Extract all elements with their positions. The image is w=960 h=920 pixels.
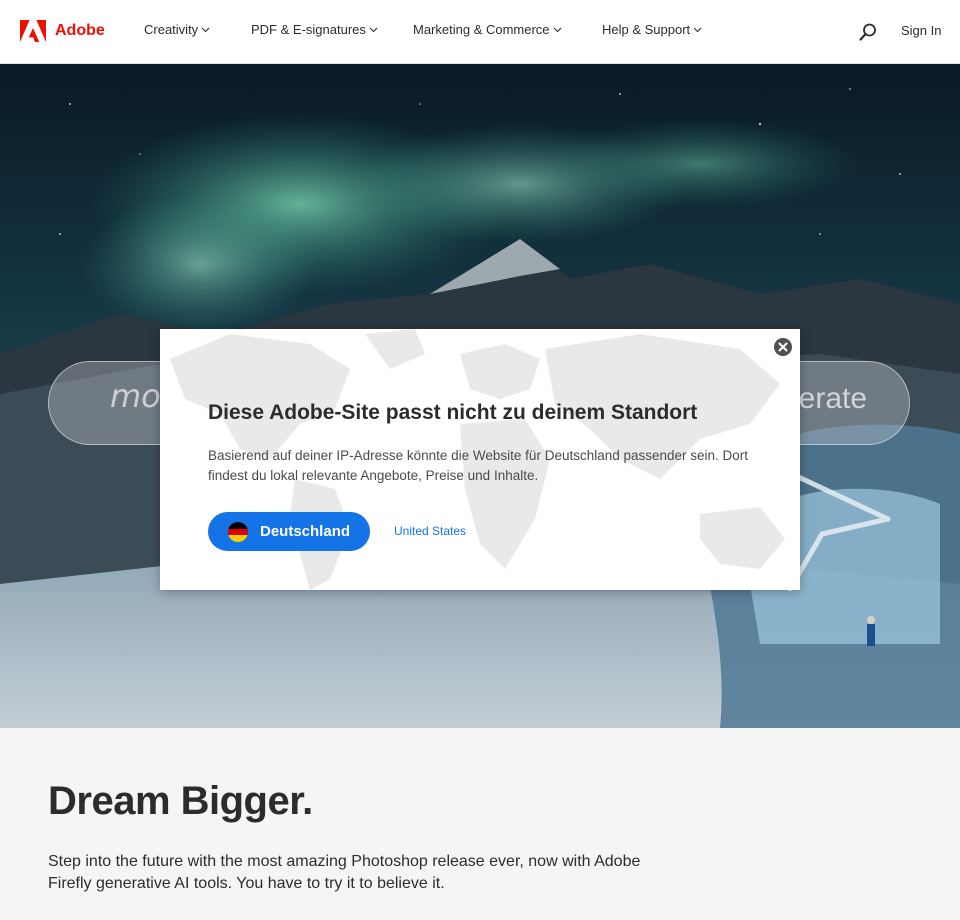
deutschland-button[interactable]: Deutschland — [208, 512, 370, 551]
deutschland-button-label: Deutschland — [260, 523, 351, 540]
chevron-down-icon — [369, 27, 378, 32]
adobe-home-link[interactable]: Adobe — [20, 20, 105, 42]
prompt-text-left: mo — [110, 377, 161, 415]
nav-help-support[interactable]: Help & Support — [602, 22, 702, 37]
modal-title: Diese Adobe-Site passt nicht zu deinem S… — [208, 401, 698, 424]
nav-label: Marketing & Commerce — [413, 22, 550, 37]
sign-in-link[interactable]: Sign In — [901, 23, 941, 38]
nav-label: PDF & E-signatures — [251, 22, 366, 37]
top-navigation: Adobe Creativity PDF & E-signatures Mark… — [0, 0, 960, 64]
brand-name: Adobe — [55, 22, 105, 39]
close-icon[interactable] — [773, 337, 793, 357]
search-icon[interactable] — [858, 22, 878, 42]
adobe-logo-icon — [20, 20, 46, 42]
chevron-down-icon — [693, 27, 702, 32]
chevron-down-icon — [201, 27, 210, 32]
section-title: Dream Bigger. — [48, 779, 313, 823]
nav-label: Creativity — [144, 22, 199, 37]
nav-marketing-commerce[interactable]: Marketing & Commerce — [413, 22, 562, 37]
germany-flag-icon — [228, 521, 248, 542]
section-description: Step into the future with the most amazi… — [48, 853, 641, 892]
chevron-down-icon — [553, 27, 561, 32]
nav-creativity[interactable]: Creativity — [144, 22, 210, 37]
united-states-link[interactable]: United States — [394, 524, 466, 538]
modal-description: Basierend auf deiner IP-Adresse könnte d… — [208, 448, 749, 483]
nav-pdf-esignatures[interactable]: PDF & E-signatures — [251, 22, 378, 37]
nav-label: Help & Support — [602, 22, 691, 37]
region-selector-modal: Diese Adobe-Site passt nicht zu deinem S… — [160, 329, 800, 590]
